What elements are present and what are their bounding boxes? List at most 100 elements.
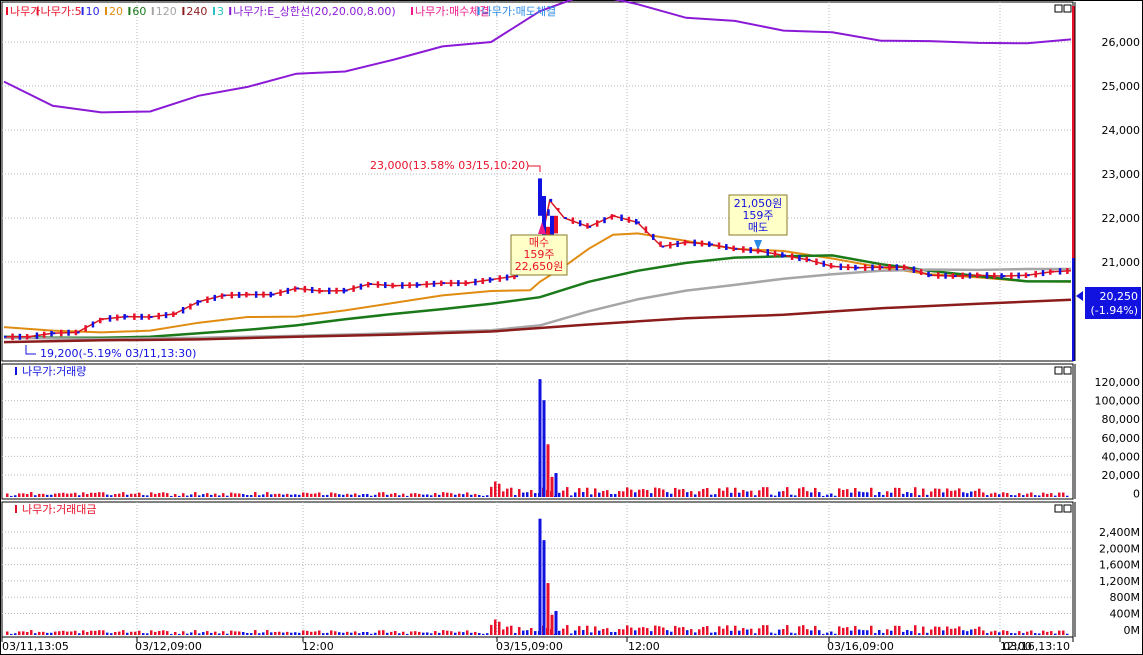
volume-bar xyxy=(254,492,257,497)
volume-bar xyxy=(926,494,929,497)
amount-bar xyxy=(866,630,869,635)
amount-bar xyxy=(894,625,897,635)
candle xyxy=(773,250,777,257)
amount-bar xyxy=(206,631,209,635)
panel-close-icon[interactable] xyxy=(1063,504,1072,513)
legend-marker xyxy=(105,7,107,15)
volume-bar xyxy=(906,491,909,497)
amount-bar xyxy=(138,630,141,635)
amount-bar xyxy=(498,621,501,635)
amount-bar xyxy=(974,628,977,635)
volume-bar xyxy=(226,495,229,497)
volume-bar xyxy=(790,494,793,497)
amount-bar xyxy=(78,633,81,635)
volume-bar xyxy=(242,494,245,497)
volume-bar xyxy=(118,493,121,497)
panel-close-icon[interactable] xyxy=(1063,4,1072,13)
volume-bar xyxy=(938,488,941,497)
amount-bar xyxy=(194,630,197,635)
amount-bar xyxy=(1054,633,1057,635)
amount-bar xyxy=(30,630,33,635)
volume-bar xyxy=(770,494,773,497)
panel-close-icon[interactable] xyxy=(1063,366,1072,375)
candle xyxy=(101,318,104,321)
volume-bar xyxy=(294,494,297,497)
amount-bar xyxy=(522,630,525,635)
volume-bar xyxy=(794,495,797,497)
current-price: 20,250 xyxy=(1100,290,1139,303)
legend-item: 60 xyxy=(132,5,146,18)
candle xyxy=(99,317,102,324)
amount-bar xyxy=(266,630,269,635)
volume-bar xyxy=(166,493,169,497)
amount-bar xyxy=(694,632,697,635)
volume-bar xyxy=(622,491,625,497)
amount-tick-label: 2,000M xyxy=(1099,542,1140,555)
volume-bar xyxy=(1066,495,1069,497)
volume-bar xyxy=(758,490,761,497)
volume-bar xyxy=(782,491,785,497)
candle xyxy=(384,282,387,289)
amount-bar xyxy=(414,631,417,635)
candle xyxy=(968,272,972,279)
volume-bar xyxy=(658,488,661,497)
amount-bar xyxy=(210,632,213,635)
legend-item: 20 xyxy=(109,5,123,18)
volume-bar xyxy=(90,492,93,497)
amount-bar xyxy=(482,633,485,635)
volume-bar xyxy=(38,493,41,497)
volume-bar xyxy=(642,489,645,497)
amount-bar xyxy=(586,625,589,635)
amount-bar xyxy=(730,630,733,635)
candle xyxy=(196,300,199,306)
buy-fill-text: 22,650원 xyxy=(515,260,564,273)
amount-bar xyxy=(450,631,453,635)
volume-bar xyxy=(966,493,969,497)
volume-bar xyxy=(734,487,737,497)
amount-bar xyxy=(1002,630,1005,635)
amount-bar xyxy=(738,630,741,635)
amount-bar xyxy=(966,631,969,635)
amount-bar xyxy=(870,625,873,635)
candle xyxy=(863,264,867,271)
legend-marker xyxy=(36,7,39,15)
volume-bar xyxy=(422,494,425,497)
amount-bar xyxy=(530,628,533,635)
volume-bar xyxy=(238,493,241,497)
amount-bar xyxy=(74,630,77,635)
amount-tick-label: 1,200M xyxy=(1099,575,1140,588)
panel-restore-icon[interactable] xyxy=(1054,4,1063,13)
volume-bar xyxy=(270,494,273,497)
candle xyxy=(498,275,502,282)
panel-restore-icon[interactable] xyxy=(1054,366,1063,375)
amount-bar xyxy=(422,632,425,635)
x-axis-label: 03/12,09:00 xyxy=(135,640,202,653)
candle xyxy=(766,249,769,256)
amount-bar xyxy=(886,629,889,635)
volume-bar xyxy=(922,488,925,497)
amount-bar xyxy=(302,630,305,635)
volume-bar xyxy=(130,493,133,497)
amount-bar xyxy=(722,628,725,635)
candle xyxy=(693,239,696,247)
volume-bar xyxy=(846,489,849,497)
amount-bar xyxy=(670,631,673,635)
volume-bar xyxy=(406,495,409,497)
amount-bar xyxy=(818,630,821,635)
candle xyxy=(927,271,930,278)
amount-bar xyxy=(98,630,101,635)
amount-bar xyxy=(898,625,901,635)
volume-tick-label: 40,000 xyxy=(1102,450,1141,463)
volume-bar xyxy=(66,493,69,497)
candle xyxy=(734,247,738,250)
chart-canvas[interactable]: 26,00025,00024,00023,00022,00021,000나무가 나… xyxy=(0,0,1143,655)
volume-bar xyxy=(910,493,913,497)
volume-bar xyxy=(934,488,937,497)
volume-bar xyxy=(962,492,965,497)
candle xyxy=(676,240,679,247)
panel-restore-icon[interactable] xyxy=(1054,504,1063,513)
volume-bar xyxy=(390,493,393,497)
candle xyxy=(829,262,833,269)
amount-peak-bar xyxy=(546,583,550,635)
candle xyxy=(335,287,338,294)
